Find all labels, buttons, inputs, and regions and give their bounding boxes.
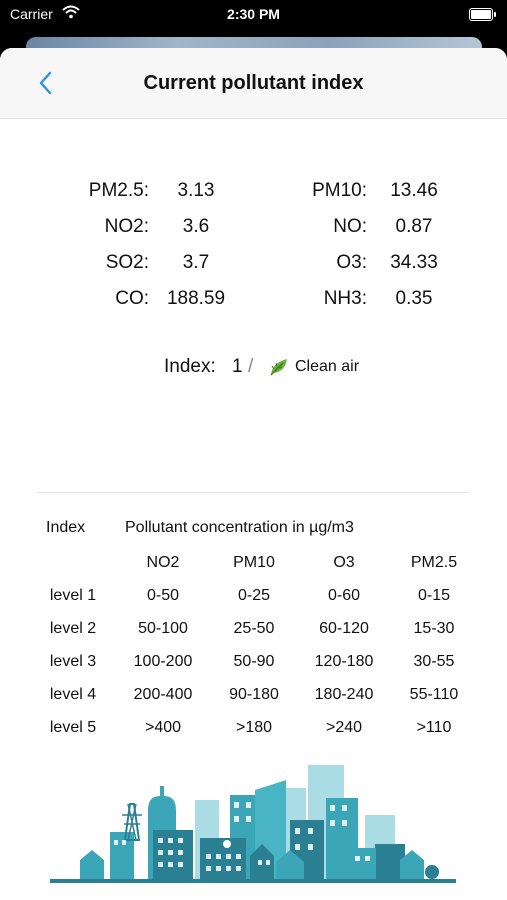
level-label: level 1 [49,587,97,604]
level-label: level 2 [49,620,97,637]
level-label: level 3 [49,653,97,670]
table-cell: 0-25 [237,587,271,604]
column-header: NO2 [146,554,180,571]
table-cell: 0-60 [327,587,361,604]
table-cell: 25-50 [233,620,275,637]
table-index-header: Index [46,519,86,536]
level-label: level 5 [49,719,97,736]
table-cell: 120-180 [314,653,374,670]
modal-sheet: Current pollutant index PM2.5: 3.13 NO2:… [0,48,507,900]
table-cell: >240 [325,719,363,736]
table-cell: 30-55 [413,653,455,670]
column-header: PM10 [233,554,275,571]
table-cell: 50-100 [138,620,188,637]
status-bar: Carrier 2:30 PM [0,0,507,30]
table-cell: 0-50 [146,587,180,604]
column-header: PM2.5 [410,554,458,571]
table-cell: 90-180 [229,686,279,703]
table-cell: 200-400 [133,686,193,703]
table-cell: 180-240 [314,686,374,703]
clock: 2:30 PM [227,6,280,22]
level-label: level 4 [49,686,97,703]
column-header: O3 [333,554,355,571]
table-cell: >110 [416,719,452,736]
table-cell: 15-30 [413,620,455,637]
table-cell: 100-200 [133,653,193,670]
table-cell: 50-90 [233,653,275,670]
table-cell: >400 [144,719,182,736]
table-cell: 0-15 [417,587,451,604]
table-cell: >180 [235,719,273,736]
battery-icon [469,8,496,21]
table-cell: 55-110 [409,686,459,703]
city-skyline-illustration [50,765,456,883]
table-concentration-header: Pollutant concentration in µg/m3 [125,519,354,536]
table-cell: 60-120 [319,620,369,637]
